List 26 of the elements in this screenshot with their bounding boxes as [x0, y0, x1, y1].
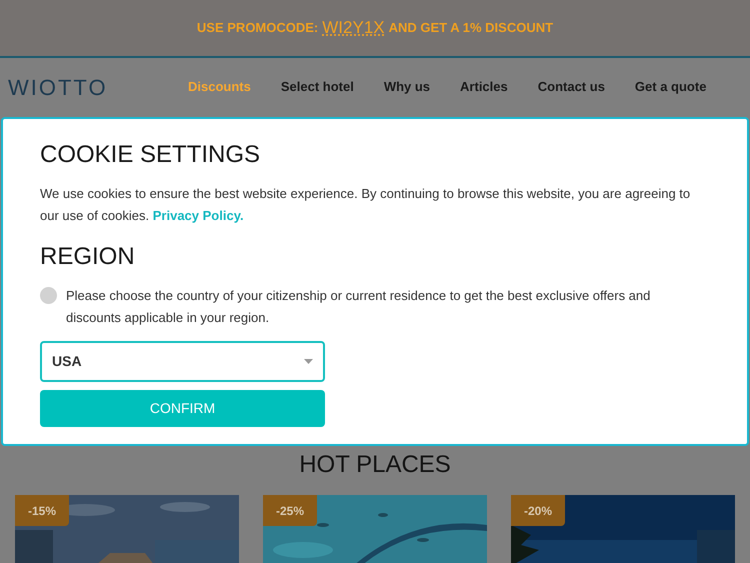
confirm-button[interactable]: CONFIRM: [40, 390, 325, 427]
nav-link[interactable]: Select hotel: [280, 77, 354, 97]
logo[interactable]: WIOTTO: [8, 70, 188, 104]
promo-text: AND GET A 1% DISCOUNT: [388, 19, 554, 38]
region-title: REGION: [40, 242, 136, 272]
nav-link[interactable]: Why us: [384, 77, 430, 97]
discount-badge: -20%: [511, 495, 566, 526]
nav-link[interactable]: Articles: [460, 77, 508, 97]
dialog-title: COOKIE SETTINGS: [40, 140, 262, 170]
privacy-policy-link[interactable]: Privacy Policy.: [152, 208, 244, 223]
radio-label: Please choose the country of your citizenship or current residence to get the best exclusive offers and discounts applicable in your region.: [66, 287, 652, 327]
nav-link[interactable]: Get a quote: [634, 77, 706, 97]
cookie-text: We use cookies to ensure the best website experience. By continuing to browse this website, you are agreeing to our use of cookies. Privacy Policy.: [40, 185, 692, 225]
promo-code[interactable]: WI2Y1X: [322, 15, 385, 41]
section-title: HOT PLACES: [299, 450, 451, 480]
radio-button[interactable]: [40, 287, 57, 304]
discount-badge: -25%: [263, 495, 318, 526]
caret-icon: [304, 359, 313, 364]
nav-link[interactable]: Discounts: [188, 77, 251, 97]
place-card[interactable]: -20%: [511, 495, 735, 563]
discount-badge: -15%: [15, 495, 70, 526]
country-select[interactable]: USA: [40, 341, 325, 382]
nav-link[interactable]: Contact us: [538, 77, 605, 97]
place-card[interactable]: -25%: [263, 495, 487, 563]
place-card[interactable]: -15%: [15, 495, 239, 563]
promo-text: USE PROMOCODE:: [196, 19, 318, 38]
